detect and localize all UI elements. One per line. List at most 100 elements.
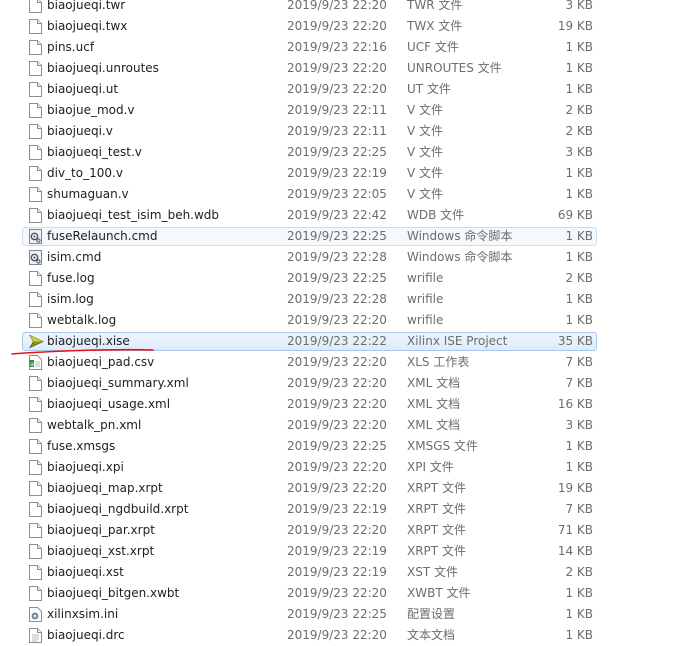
- file-row[interactable]: biaojueqi_summary.xml 2019/9/23 22:20 XML …: [0, 373, 675, 394]
- generic-file-icon: [29, 82, 42, 97]
- file-size: 3 KB: [565, 145, 593, 159]
- file-row[interactable]: div_to_100.v 2019/9/23 22:19 V 文件 1 KB: [0, 163, 675, 184]
- file-name: biaojueqi.xst: [47, 565, 124, 579]
- file-date-modified: 2019/9/23 22:20: [287, 523, 387, 537]
- file-row[interactable]: biaojueqi_xst.xrpt 2019/9/23 22:19 XRPT 文件…: [0, 541, 675, 562]
- file-row[interactable]: biaojueqi_map.xrpt 2019/9/23 22:20 XRPT 文件…: [0, 478, 675, 499]
- file-size: 1 KB: [565, 586, 593, 600]
- file-row[interactable]: isim.cmd 2019/9/23 22:28 Windows 命令脚本 1 KB: [0, 247, 675, 268]
- file-row[interactable]: biaojueqi_ngdbuild.xrpt 2019/9/23 22:19 XR…: [0, 499, 675, 520]
- file-type: XRPT 文件: [407, 481, 466, 495]
- file-row[interactable]: biaojueqi_bitgen.xwbt 2019/9/23 22:20 XWBT…: [0, 583, 675, 604]
- file-date-modified: 2019/9/23 22:20: [287, 460, 387, 474]
- file-row[interactable]: biaojueqi.unroutes 2019/9/23 22:20 UNROUTE…: [0, 58, 675, 79]
- file-date-modified: 2019/9/23 22:05: [287, 187, 387, 201]
- file-row[interactable]: pins.ucf 2019/9/23 22:16 UCF 文件 1 KB: [0, 37, 675, 58]
- file-row[interactable]: biaojueqi_usage.xml 2019/9/23 22:20 XML 文档…: [0, 394, 675, 415]
- file-name: biaojueqi_pad.csv: [47, 355, 155, 369]
- file-row[interactable]: shumaguan.v 2019/9/23 22:05 V 文件 1 KB: [0, 184, 675, 205]
- file-date-modified: 2019/9/23 22:20: [287, 397, 387, 411]
- file-type: UNROUTES 文件: [407, 61, 502, 75]
- file-row[interactable]: webtalk.log 2019/9/23 22:20 wrifile 1 KB: [0, 310, 675, 331]
- generic-file-icon: [29, 460, 42, 475]
- file-row[interactable]: biaojueqi_par.xrpt 2019/9/23 22:20 XRPT 文件…: [0, 520, 675, 541]
- file-date-modified: 2019/9/23 22:11: [287, 103, 387, 117]
- file-name: biaojueqi.xise: [47, 334, 130, 348]
- generic-file-icon: [29, 418, 42, 433]
- file-name: fuse.log: [47, 271, 95, 285]
- file-type: V 文件: [407, 124, 444, 138]
- generic-file-icon: [29, 397, 42, 412]
- file-row[interactable]: fuseRelaunch.cmd 2019/9/23 22:25 Windows 命…: [0, 226, 675, 247]
- file-date-modified: 2019/9/23 22:20: [287, 355, 387, 369]
- file-size: 2 KB: [565, 271, 593, 285]
- file-name: biaojueqi.ut: [47, 82, 119, 96]
- spreadsheet-icon: a: [29, 355, 42, 370]
- file-row[interactable]: biaojue_mod.v 2019/9/23 22:11 V 文件 2 KB: [0, 100, 675, 121]
- cmd-script-icon: [29, 229, 42, 244]
- file-name: biaojue_mod.v: [47, 103, 135, 117]
- file-name: shumaguan.v: [47, 187, 129, 201]
- file-size: 1 KB: [565, 292, 593, 306]
- file-name: biaojueqi_xst.xrpt: [47, 544, 155, 558]
- file-date-modified: 2019/9/23 22:20: [287, 82, 387, 96]
- file-name: biaojueqi_summary.xml: [47, 376, 189, 390]
- xilinx-ise-icon: [29, 334, 44, 349]
- generic-file-icon: [29, 61, 42, 76]
- generic-file-icon: [29, 208, 42, 223]
- file-date-modified: 2019/9/23 22:19: [287, 502, 387, 516]
- file-date-modified: 2019/9/23 22:20: [287, 376, 387, 390]
- file-date-modified: 2019/9/23 22:20: [287, 61, 387, 75]
- generic-file-icon: [29, 187, 42, 202]
- file-date-modified: 2019/9/23 22:25: [287, 271, 387, 285]
- generic-file-icon: [29, 103, 42, 118]
- generic-file-icon: [29, 523, 42, 538]
- generic-file-icon: [29, 40, 42, 55]
- file-row[interactable]: biaojueqi_test_isim_beh.wdb 2019/9/23 22:…: [0, 205, 675, 226]
- file-row[interactable]: biaojueqi.xpi 2019/9/23 22:20 XPI 文件 1 KB: [0, 457, 675, 478]
- generic-file-icon: [29, 481, 42, 496]
- file-type: 文本文档: [407, 628, 456, 642]
- file-row[interactable]: fuse.xmsgs 2019/9/23 22:25 XMSGS 文件 1 KB: [0, 436, 675, 457]
- file-date-modified: 2019/9/23 22:22: [287, 334, 387, 348]
- generic-file-icon: [29, 124, 42, 139]
- file-name: biaojueqi_par.xrpt: [47, 523, 155, 537]
- file-name: biaojueqi_test.v: [47, 145, 142, 159]
- file-name: fuse.xmsgs: [47, 439, 116, 453]
- file-row[interactable]: biaojueqi.xise 2019/9/23 22:22 Xilinx ISE …: [0, 331, 675, 352]
- file-row[interactable]: biaojueqi.v 2019/9/23 22:11 V 文件 2 KB: [0, 121, 675, 142]
- file-row[interactable]: a biaojueqi_pad.csv 2019/9/23 22:20 XLS 工作表…: [0, 352, 675, 373]
- file-name: biaojueqi.twx: [47, 19, 128, 33]
- file-type: UCF 文件: [407, 40, 459, 54]
- file-row[interactable]: biaojueqi_test.v 2019/9/23 22:25 V 文件 3 KB: [0, 142, 675, 163]
- file-size: 19 KB: [557, 19, 593, 33]
- file-row[interactable]: fuse.log 2019/9/23 22:25 wrifile 2 KB: [0, 268, 675, 289]
- file-row[interactable]: biaojueqi.xst 2019/9/23 22:19 XST 文件 2 KB: [0, 562, 675, 583]
- file-date-modified: 2019/9/23 22:20: [287, 586, 387, 600]
- file-row[interactable]: biaojueqi.drc 2019/9/23 22:20 文本文档 1 KB: [0, 625, 675, 646]
- generic-file-icon: [29, 565, 42, 580]
- file-date-modified: 2019/9/23 22:16: [287, 40, 387, 54]
- generic-file-icon: [29, 292, 42, 307]
- generic-file-icon: [29, 376, 42, 391]
- file-row[interactable]: xilinxsim.ini 2019/9/23 22:25 配置设置 1 KB: [0, 604, 675, 625]
- file-type: XRPT 文件: [407, 523, 466, 537]
- file-date-modified: 2019/9/23 22:19: [287, 565, 387, 579]
- file-row[interactable]: biaojueqi.twx 2019/9/23 22:20 TWX 文件 19 KB: [0, 16, 675, 37]
- file-size: 3 KB: [565, 418, 593, 432]
- file-date-modified: 2019/9/23 22:42: [287, 208, 387, 222]
- file-row[interactable]: isim.log 2019/9/23 22:28 wrifile 1 KB: [0, 289, 675, 310]
- file-name: biaojueqi.xpi: [47, 460, 124, 474]
- file-date-modified: 2019/9/23 22:20: [287, 481, 387, 495]
- file-list: biaojueqi.twr 2019/9/23 22:20 TWR 文件 3 KB bi…: [0, 0, 675, 646]
- file-row[interactable]: biaojueqi.ut 2019/9/23 22:20 UT 文件 1 KB: [0, 79, 675, 100]
- file-type: WDB 文件: [407, 208, 465, 222]
- file-row[interactable]: webtalk_pn.xml 2019/9/23 22:20 XML 文档 3 KB: [0, 415, 675, 436]
- file-size: 1 KB: [565, 82, 593, 96]
- file-size: 1 KB: [565, 439, 593, 453]
- file-type: UT 文件: [407, 82, 451, 96]
- file-name: div_to_100.v: [47, 166, 123, 180]
- file-date-modified: 2019/9/23 22:28: [287, 292, 387, 306]
- file-size: 69 KB: [557, 208, 593, 222]
- file-row[interactable]: biaojueqi.twr 2019/9/23 22:20 TWR 文件 3 KB: [0, 0, 675, 16]
